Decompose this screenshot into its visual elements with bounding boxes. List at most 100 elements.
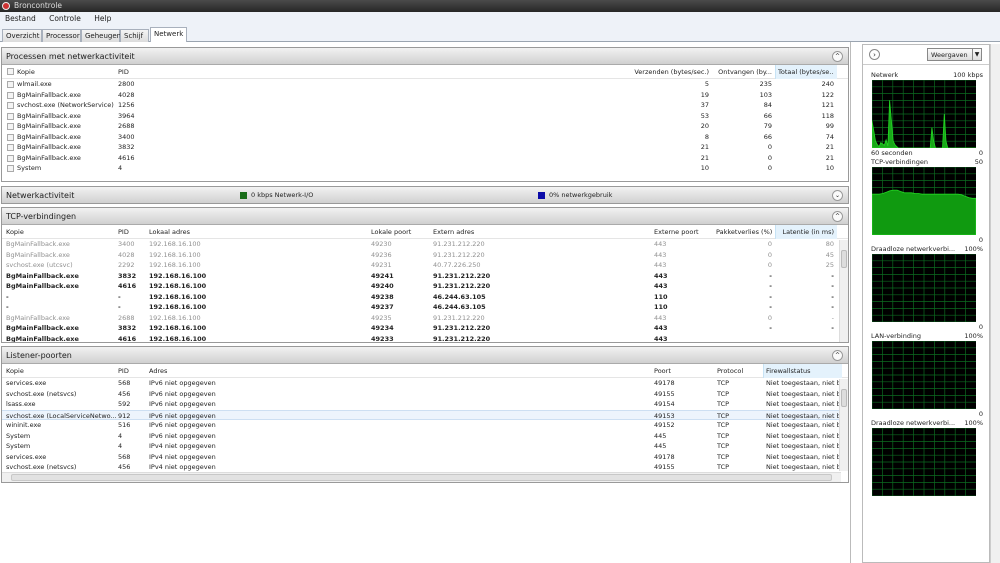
listener-header[interactable]: Listener-poorten ^ <box>2 347 848 364</box>
column-header-protocol[interactable]: Protocol <box>717 364 762 378</box>
listeners-row[interactable]: svchost.exe (netsvcs) 456 IPv4 niet opgege… <box>2 462 848 473</box>
processes-row[interactable]: BgMainFallback.exe 3832 21 0 21 <box>2 142 848 153</box>
column-header-pid[interactable]: PID <box>118 65 146 79</box>
row-checkbox[interactable] <box>7 154 14 162</box>
row-checkbox[interactable] <box>7 123 14 130</box>
column-header-remote-address[interactable]: Extern adres <box>433 225 653 239</box>
column-header-total[interactable]: Totaal (bytes/se... <box>778 65 834 79</box>
graph-series <box>871 189 977 236</box>
hscroll-thumb[interactable] <box>11 474 832 481</box>
column-header-local-address[interactable]: Lokaal adres <box>149 225 369 239</box>
listeners-row[interactable]: wininit.exe 516 IPv6 niet opgegeven 49152 TC… <box>2 420 848 431</box>
column-header-latency[interactable]: Latentie (in ms) <box>778 225 834 239</box>
pid: 4 <box>118 164 123 172</box>
column-header-send[interactable]: Verzenden (bytes/sec.) <box>562 65 709 79</box>
expand-icon[interactable]: ⌄ <box>832 190 843 201</box>
image: BgMainFallback.exe <box>6 324 79 332</box>
tcp-row[interactable]: BgMainFallback.exe 4616 192.168.16.100 4924… <box>2 281 848 292</box>
column-header-packet-loss[interactable]: Pakketverlies (%) <box>716 225 772 239</box>
processes-row[interactable]: BgMainFallback.exe 3964 53 66 118 <box>2 111 848 122</box>
scroll-thumb[interactable] <box>841 250 847 268</box>
tcp-row[interactable]: - - 192.168.16.100 49237 46.244.63.105 110 - - <box>2 302 848 313</box>
latency: - <box>831 313 834 322</box>
listener-scrollbar[interactable] <box>839 379 848 471</box>
send: 21 <box>700 153 709 162</box>
tab-geheugen[interactable]: Geheugen <box>81 29 121 42</box>
io-legend-square <box>240 192 247 199</box>
processes-title: Processen met netwerkactiviteit <box>6 52 135 61</box>
remote-address: 91.231.212.220 <box>433 240 485 248</box>
column-header-address[interactable]: Adres <box>149 364 649 378</box>
listeners-row[interactable]: System 4 IPv4 niet opgegeven 445 TCP Niet toe… <box>2 441 848 452</box>
listeners-row[interactable]: services.exe 568 IPv6 niet opgegeven 49178 T… <box>2 378 848 389</box>
column-header-pid[interactable]: PID <box>118 225 146 239</box>
processes-row[interactable]: System 4 10 0 10 <box>2 163 848 174</box>
menu-bestand[interactable]: Bestand <box>5 14 36 23</box>
tab-schijf[interactable]: Schijf <box>120 29 149 42</box>
tcp-row[interactable]: BgMainFallback.exe 4616 192.168.16.100 4923… <box>2 334 848 343</box>
remote-address: 91.231.212.220 <box>433 250 485 259</box>
tcp-scrollbar[interactable] <box>839 240 848 342</box>
pid: 3832 <box>118 271 137 280</box>
row-checkbox[interactable] <box>7 133 14 141</box>
collapse-icon[interactable]: ^ <box>832 51 843 62</box>
local-port: 49236 <box>371 250 392 259</box>
collapse-icon[interactable]: ^ <box>832 350 843 361</box>
tcp-header[interactable]: TCP-verbindingen ^ <box>2 208 848 225</box>
chevron-right-icon[interactable]: › <box>869 49 880 60</box>
remote-address: 91.231.212.220 <box>433 282 491 290</box>
column-header-receive[interactable]: Ontvangen (by... <box>714 65 772 79</box>
listeners-row[interactable]: svchost.exe (netsvcs) 456 IPv6 niet opgege… <box>2 389 848 400</box>
tcp-row[interactable]: BgMainFallback.exe 3400 192.168.16.100 4923… <box>2 239 848 250</box>
row-checkbox[interactable] <box>7 165 14 172</box>
views-button[interactable]: Weergaven ▼ <box>927 48 982 61</box>
row-checkbox[interactable] <box>7 81 14 88</box>
row-checkbox[interactable] <box>7 91 14 99</box>
processes-row[interactable]: BgMainFallback.exe 3400 8 66 74 <box>2 132 848 143</box>
listeners-row[interactable]: svchost.exe (LocalServiceNetwo... 912 IPv6… <box>2 409 848 420</box>
column-header-remote-port[interactable]: Externe poort <box>654 225 714 239</box>
column-header-image[interactable]: Kopie <box>17 65 117 79</box>
tab-netwerk[interactable]: Netwerk <box>150 27 187 42</box>
listeners-row[interactable]: System 4 IPv6 niet opgegeven 445 TCP Niet toe… <box>2 431 848 442</box>
pid: 456 <box>118 389 131 398</box>
listeners-row[interactable]: lsass.exe 592 IPv6 niet opgegeven 49154 TCP N… <box>2 399 848 410</box>
processes-header[interactable]: Processen met netwerkactiviteit ^ <box>2 48 848 65</box>
processes-row[interactable]: BgMainFallback.exe 4616 21 0 21 <box>2 153 848 164</box>
scroll-thumb[interactable] <box>841 389 847 407</box>
column-header-local-port[interactable]: Lokale poort <box>371 225 431 239</box>
graph-pane: › Weergaven ▼ Netwerk 100 kbps 60 seconden 0… <box>862 44 990 563</box>
tcp-row[interactable]: BgMainFallback.exe 4028 192.168.16.100 4923… <box>2 250 848 261</box>
activity-header[interactable]: Netwerkactiviteit 0 kbps Netwerk-I/O 0% … <box>2 187 848 203</box>
listeners-row[interactable]: services.exe 568 IPv4 niet opgegeven 49178 T… <box>2 452 848 463</box>
column-header-port[interactable]: Poort <box>654 364 714 378</box>
column-header-image[interactable]: Kopie <box>6 225 116 239</box>
tab-overzicht[interactable]: Overzicht <box>2 29 42 42</box>
column-header-image[interactable]: Kopie <box>6 364 116 378</box>
menu-controle[interactable]: Controle <box>49 14 81 23</box>
tcp-row[interactable]: BgMainFallback.exe 3832 192.168.16.100 4923… <box>2 323 848 334</box>
packet-loss: - <box>769 303 772 311</box>
right-scrollbar[interactable] <box>990 44 1000 563</box>
row-checkbox[interactable] <box>7 112 14 120</box>
processes-row[interactable]: svchost.exe (NetworkService) 1256 37 84 121 <box>2 100 848 111</box>
collapse-icon[interactable]: ^ <box>832 211 843 222</box>
graph-name: Draadloze netwerkverbi... <box>871 245 956 253</box>
menu-help[interactable]: Help <box>94 14 111 23</box>
tcp-row[interactable]: - - 192.168.16.100 49238 46.244.63.105 110 - - <box>2 292 848 303</box>
row-checkbox[interactable] <box>7 102 14 109</box>
latency: - <box>831 271 834 280</box>
row-checkbox[interactable] <box>7 144 14 151</box>
tab-processor[interactable]: Processor <box>42 29 81 42</box>
select-all-checkbox[interactable] <box>7 68 14 75</box>
processes-row[interactable]: wlmail.exe 2800 5 235 240 <box>2 79 848 90</box>
tcp-row[interactable]: BgMainFallback.exe 3832 192.168.16.100 4924… <box>2 271 848 282</box>
processes-row[interactable]: BgMainFallback.exe 2688 20 79 99 <box>2 121 848 132</box>
column-header-pid[interactable]: PID <box>118 364 146 378</box>
dropdown-arrow-icon[interactable]: ▼ <box>972 49 981 60</box>
listener-hscrollbar[interactable] <box>2 472 841 482</box>
column-header-firewall-status[interactable]: Firewallstatus <box>766 364 839 378</box>
tcp-row[interactable]: svchost.exe (utcsvc) 2292 192.168.16.100 49… <box>2 260 848 271</box>
tcp-row[interactable]: BgMainFallback.exe 2688 192.168.16.100 4923… <box>2 313 848 324</box>
processes-row[interactable]: BgMainFallback.exe 4028 19 103 122 <box>2 90 848 101</box>
